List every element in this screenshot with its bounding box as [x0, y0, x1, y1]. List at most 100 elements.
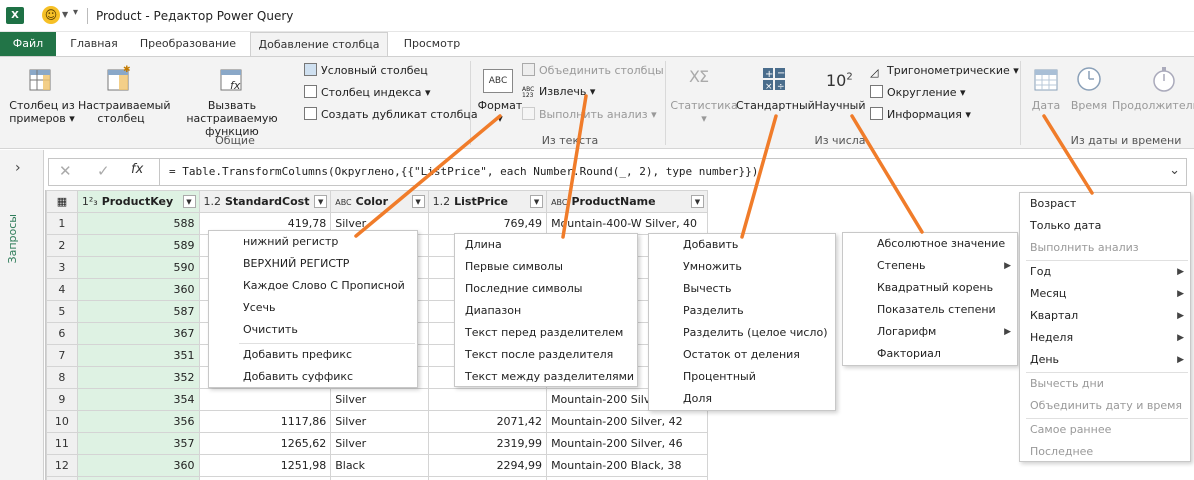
- filter-dropdown-icon[interactable]: ▼: [411, 195, 425, 208]
- table-menu-icon[interactable]: ▦: [46, 190, 78, 213]
- menu-item-divide[interactable]: Разделить: [683, 300, 744, 322]
- table-cell[interactable]: Silver: [330, 388, 429, 411]
- table-cell[interactable]: 2319,99: [427, 432, 548, 455]
- table-cell[interactable]: Silver: [330, 432, 429, 455]
- table-cell[interactable]: 1265,62: [198, 432, 332, 455]
- conditional-column-button[interactable]: Условный столбец: [304, 63, 428, 79]
- table-cell[interactable]: 769,49: [427, 212, 548, 235]
- table-cell[interactable]: 2294,99: [427, 454, 548, 477]
- menu-item-power[interactable]: Степень ▶: [877, 255, 1019, 277]
- customize-toolbar-icon[interactable]: ▾: [73, 7, 78, 18]
- table-cell[interactable]: 1251,98: [198, 476, 332, 480]
- menu-item-length[interactable]: Длина: [465, 234, 502, 256]
- filter-dropdown-icon[interactable]: ▼: [691, 195, 704, 208]
- table-cell[interactable]: 588: [76, 212, 200, 235]
- fx-icon[interactable]: fx: [131, 162, 143, 177]
- merge-columns-button[interactable]: Объединить столбцы: [522, 63, 664, 79]
- text-analyze-button[interactable]: Выполнить анализ ▾: [522, 107, 657, 123]
- tab-transform[interactable]: Преобразование: [132, 32, 244, 56]
- table-cell[interactable]: Mountain-200 Black, 38: [546, 454, 708, 477]
- smiley-feedback-icon[interactable]: ☺: [42, 6, 60, 24]
- menu-item-lowercase[interactable]: нижний регистр: [243, 231, 338, 253]
- table-cell[interactable]: Mountain-400-W Silver, 40: [546, 212, 708, 235]
- table-cell[interactable]: 367: [76, 322, 200, 345]
- table-cell[interactable]: Black: [330, 454, 429, 477]
- table-cell[interactable]: Mountain-200 Silver, 42: [546, 410, 708, 433]
- menu-item-modulo[interactable]: Остаток от деления: [683, 344, 800, 366]
- information-button[interactable]: Информация ▾: [870, 107, 971, 123]
- trig-button[interactable]: ◿ Тригонометрические ▾: [870, 63, 1019, 79]
- table-cell[interactable]: 1251,98: [198, 454, 332, 477]
- menu-item-percent-of[interactable]: Доля: [683, 388, 712, 410]
- menu-item-text-before-delimiter[interactable]: Текст перед разделителем: [465, 322, 623, 344]
- menu-item-text-after-delimiter[interactable]: Текст после разделителя: [465, 344, 613, 366]
- table-row[interactable]: 10 356 1117,86 Silver 2071,42 Mountain-200 Si…: [46, 410, 708, 433]
- table-cell[interactable]: [427, 388, 548, 411]
- tab-add-column[interactable]: Добавление столбца: [250, 32, 388, 56]
- table-cell[interactable]: 1117,86: [198, 410, 332, 433]
- table-cell[interactable]: 587: [76, 300, 200, 323]
- statistics-button[interactable]: Статистика ▾: [670, 99, 738, 125]
- menu-item-percentage[interactable]: Процентный: [683, 366, 756, 388]
- column-header-standardcost[interactable]: 1.2 StandardCost ▼: [198, 190, 332, 213]
- type-icon[interactable]: ABC: [335, 198, 351, 207]
- menu-item-trim[interactable]: Усечь: [243, 297, 276, 319]
- type-icon[interactable]: 1.2: [204, 195, 222, 208]
- queries-pane[interactable]: › Запросы: [0, 150, 44, 480]
- table-cell[interactable]: 354: [76, 388, 200, 411]
- dropdown-arrow-icon[interactable]: ▼: [62, 10, 68, 19]
- column-header-productkey[interactable]: 1²₃ ProductKey ▼: [76, 190, 200, 213]
- formula-input[interactable]: = Table.TransformColumns(Округлено,{{"Li…: [169, 165, 758, 178]
- menu-item-add-suffix[interactable]: Добавить суффикс: [243, 366, 353, 388]
- filter-dropdown-icon[interactable]: ▼: [314, 195, 328, 208]
- rounding-button[interactable]: Округление ▾: [870, 85, 966, 101]
- column-header-color[interactable]: ABC Color ▼: [330, 190, 429, 213]
- scientific-button[interactable]: Научный: [812, 99, 868, 112]
- menu-item-subtract-days[interactable]: Вычесть дни: [1030, 373, 1192, 395]
- menu-item-subtract[interactable]: Вычесть: [683, 278, 731, 300]
- duplicate-column-button[interactable]: Создать дубликат столбца: [304, 107, 478, 123]
- table-cell[interactable]: 357: [76, 432, 200, 455]
- menu-item-year[interactable]: Год ▶: [1030, 261, 1192, 283]
- menu-item-sqrt[interactable]: Квадратный корень: [877, 277, 1019, 299]
- custom-column-button[interactable]: Настраиваемый столбец: [78, 99, 170, 125]
- index-column-button[interactable]: Столбец индекса ▾: [304, 85, 431, 101]
- menu-item-day[interactable]: День ▶: [1030, 349, 1192, 371]
- menu-item-capitalize[interactable]: Каждое Слово С Прописной: [243, 275, 405, 297]
- table-cell[interactable]: 2294,99: [427, 476, 548, 480]
- table-cell[interactable]: [198, 388, 332, 411]
- column-from-examples-button[interactable]: Столбец из примеров ▾: [6, 99, 78, 125]
- type-icon[interactable]: 1²₃: [82, 195, 98, 208]
- menu-item-quarter[interactable]: Квартал ▶: [1030, 305, 1192, 327]
- standard-button[interactable]: Стандартный: [736, 99, 815, 112]
- table-cell[interactable]: Mountain-200 Black, 42: [546, 476, 708, 480]
- table-row[interactable]: 9 354 Silver Mountain-200 Silver, 38: [46, 388, 708, 411]
- cancel-icon[interactable]: ✕: [59, 162, 72, 180]
- confirm-icon[interactable]: ✓: [97, 162, 110, 180]
- table-cell[interactable]: Black: [330, 476, 429, 480]
- table-cell[interactable]: 360: [76, 278, 200, 301]
- menu-item-date-parse[interactable]: Выполнить анализ: [1030, 237, 1192, 259]
- menu-item-month[interactable]: Месяц ▶: [1030, 283, 1192, 305]
- type-icon[interactable]: 1.2: [433, 195, 451, 208]
- time-button[interactable]: Время: [1066, 99, 1112, 112]
- menu-item-add[interactable]: Добавить: [683, 234, 738, 256]
- menu-item-add-prefix[interactable]: Добавить префикс: [243, 344, 352, 366]
- menu-item-clean[interactable]: Очистить: [243, 319, 298, 341]
- duration-button[interactable]: Продолжитель...: [1112, 99, 1194, 112]
- menu-item-integer-divide[interactable]: Разделить (целое число): [683, 322, 827, 344]
- format-button[interactable]: Формат ▾: [474, 99, 526, 125]
- menu-item-first-chars[interactable]: Первые символы: [465, 256, 563, 278]
- menu-item-absolute[interactable]: Абсолютное значение: [877, 233, 1019, 255]
- expand-pane-icon[interactable]: ›: [15, 160, 21, 176]
- menu-item-combine-date-time[interactable]: Объединить дату и время: [1030, 395, 1192, 417]
- menu-item-factorial[interactable]: Факториал: [877, 343, 1019, 365]
- table-cell[interactable]: 351: [76, 344, 200, 367]
- menu-item-exponent[interactable]: Показатель степени: [877, 299, 1019, 321]
- column-header-productname[interactable]: ABC ProductName ▼: [546, 190, 708, 213]
- menu-item-range[interactable]: Диапазон: [465, 300, 521, 322]
- filter-dropdown-icon[interactable]: ▼: [182, 195, 196, 208]
- invoke-function-button[interactable]: Вызвать настраиваемую функцию: [166, 99, 298, 138]
- table-cell[interactable]: 352: [76, 366, 200, 389]
- menu-item-latest[interactable]: Последнее: [1030, 441, 1192, 463]
